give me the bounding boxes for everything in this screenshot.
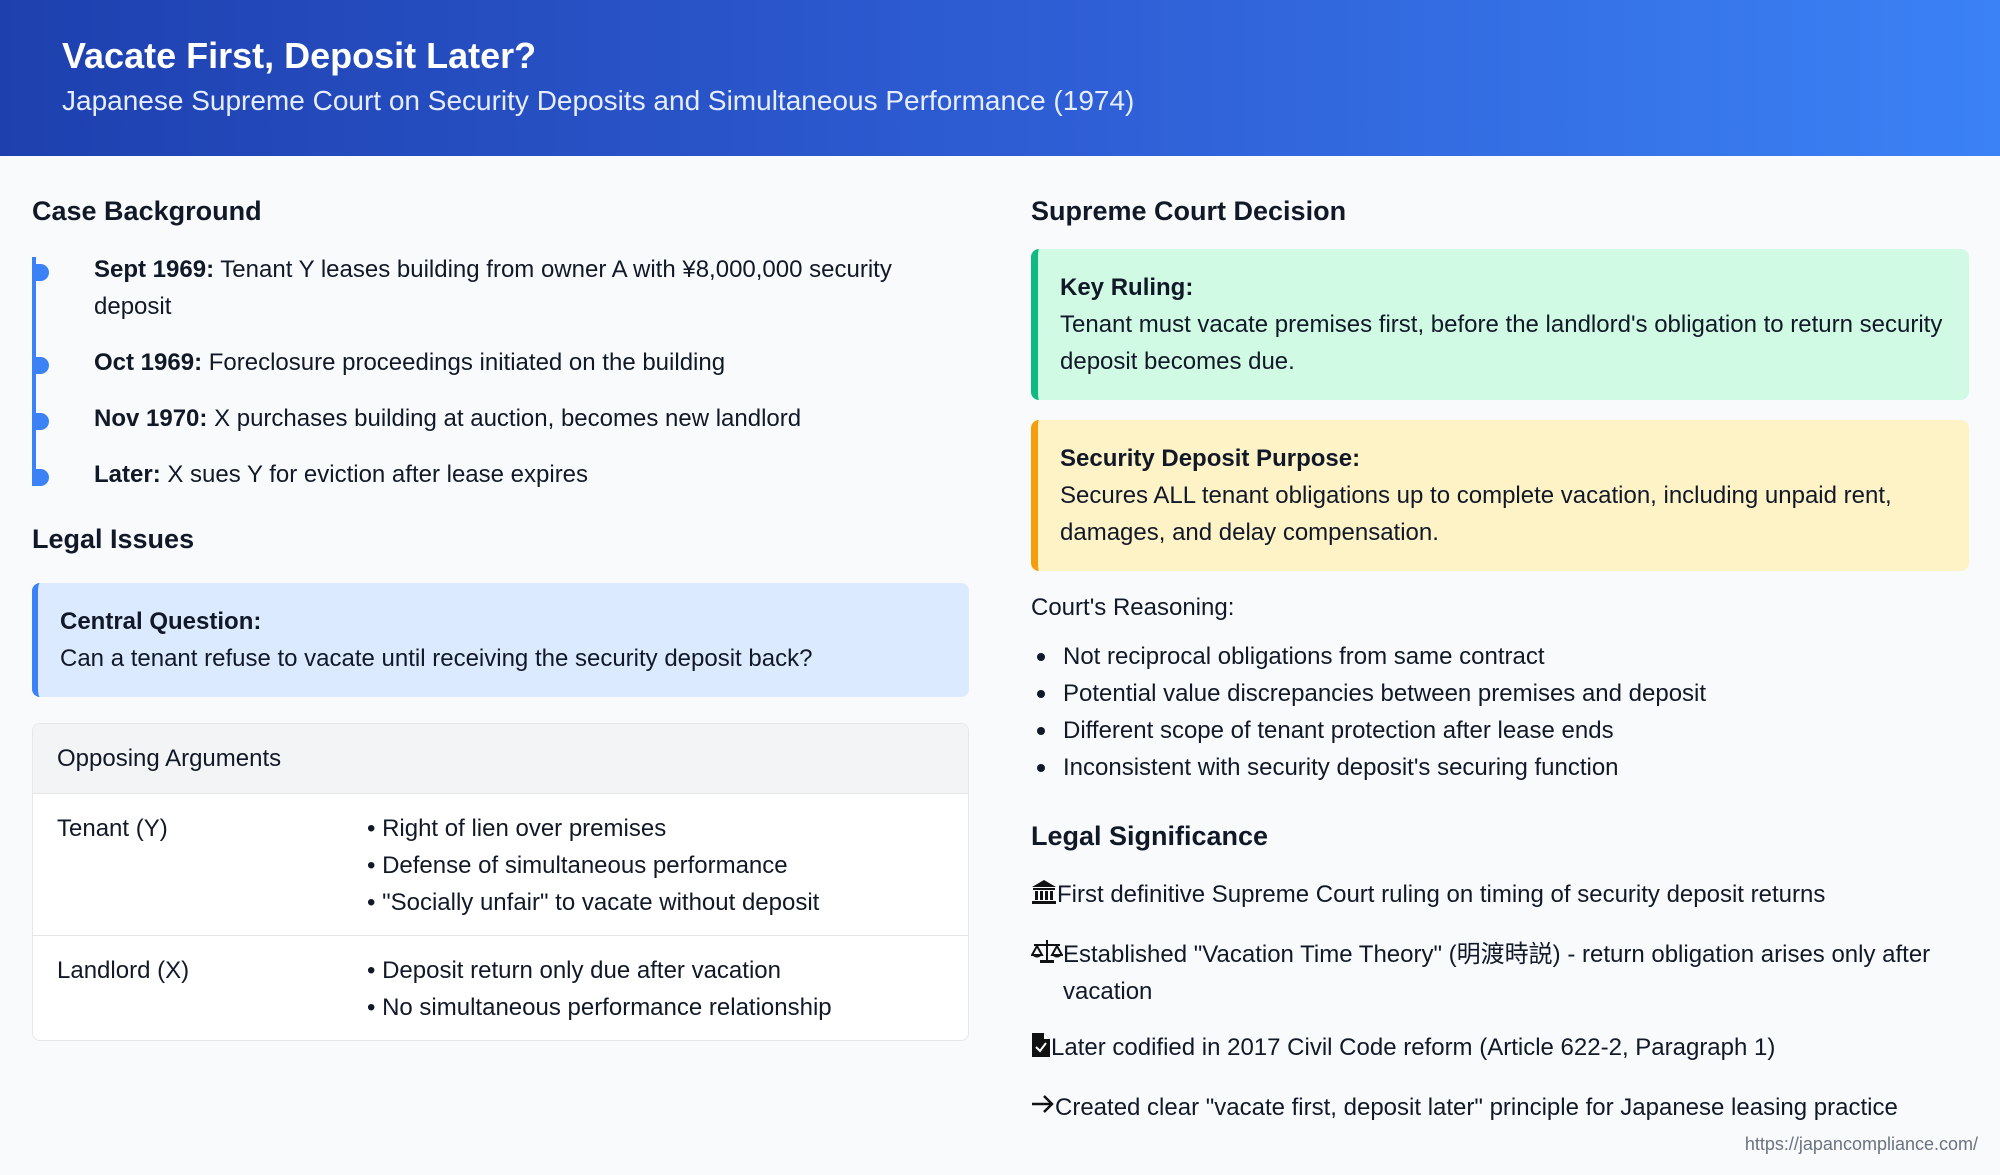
reasoning-list: Not reciprocal obligations from same con… [1031,638,1969,786]
significance-text: Created clear "vacate first, deposit lat… [1055,1094,1898,1121]
list-item: Potential value discrepancies between pr… [1031,675,1969,712]
source-url: https://japancompliance.com/ [1744,1134,1978,1154]
timeline-date: Nov 1970: [94,405,208,432]
significance-heading: Legal Significance [1031,821,1269,851]
significance-item: Later codified in 2017 Civil Code reform… [1031,1029,1969,1070]
bank-icon [1031,878,1057,917]
significance-text: Established "Vacation Time Theory" (明渡時説… [1063,941,1931,1005]
deposit-purpose-title: Security Deposit Purpose: [1060,445,1361,472]
timeline-text: X purchases building at auction, becomes… [214,405,802,432]
party-landlord: Landlord (X) [57,957,190,984]
case-timeline: Sept 1969: Tenant Y leases building from… [32,251,969,493]
deposit-purpose-text: Secures ALL tenant obligations up to com… [1060,482,1892,546]
significance-item: Created clear "vacate first, deposit lat… [1031,1089,1969,1130]
arrow-right-icon [1031,1091,1055,1130]
left-column: Case Background Sept 1969: Tenant Y leas… [32,156,969,1041]
timeline-dot [32,357,49,374]
argument-point: • Deposit return only due after vacation [367,957,781,984]
timeline-date: Sept 1969: [94,256,215,283]
key-ruling-title: Key Ruling: [1060,274,1194,301]
significance-item: Established "Vacation Time Theory" (明渡時説… [1030,936,1969,1010]
table-row: Landlord (X) • Deposit return only due a… [33,936,968,1040]
opposing-arguments-table: Opposing Arguments Tenant (Y) • Right of… [32,723,969,1041]
timeline-date: Oct 1969: [94,349,203,376]
tenant-arguments: • Right of lien over premises • Defense … [367,810,819,921]
timeline-dot [32,413,49,430]
party-tenant: Tenant (Y) [57,815,168,842]
table-row: Tenant (Y) • Right of lien over premises… [33,794,968,936]
key-ruling-text: Tenant must vacate premises first, befor… [1060,311,1943,375]
page-header: Vacate First, Deposit Later? Japanese Su… [0,0,2000,156]
opposing-arguments-heading: Opposing Arguments [33,724,968,794]
timeline-dot [32,264,49,281]
timeline-date: Later: [94,461,161,488]
argument-point: • Defense of simultaneous performance [367,852,788,879]
key-ruling-callout: Key Ruling: Tenant must vacate premises … [1031,249,1969,400]
timeline-item: Later: X sues Y for eviction after lease… [32,456,969,493]
argument-point: • Right of lien over premises [367,815,667,842]
central-question-title: Central Question: [60,608,262,635]
central-question-text: Can a tenant refuse to vacate until rece… [60,645,813,672]
page-title: Vacate First, Deposit Later? [62,35,537,76]
timeline-text: Foreclosure proceedings initiated on the… [208,349,726,376]
timeline-item: Nov 1970: X purchases building at auctio… [32,400,969,437]
right-column: Supreme Court Decision Key Ruling: Tenan… [1030,156,1969,1130]
decision-heading: Supreme Court Decision [1031,196,1347,226]
legal-issues-heading: Legal Issues [32,524,195,554]
significance-item: First definitive Supreme Court ruling on… [1031,876,1969,917]
timeline-item: Sept 1969: Tenant Y leases building from… [32,251,969,325]
timeline-text: Tenant Y leases building from owner A wi… [94,256,892,320]
list-item: Different scope of tenant protection aft… [1031,712,1969,749]
list-item: Not reciprocal obligations from same con… [1031,638,1969,675]
timeline-dot [32,469,49,486]
deposit-purpose-callout: Security Deposit Purpose: Secures ALL te… [1031,420,1969,571]
timeline-item: Oct 1969: Foreclosure proceedings initia… [32,344,969,381]
scales-icon [1030,938,1064,1010]
timeline-text: X sues Y for eviction after lease expire… [167,461,589,488]
significance-text: Later codified in 2017 Civil Code reform… [1051,1034,1776,1061]
argument-point: • "Socially unfair" to vacate without de… [367,889,820,916]
case-background-heading: Case Background [32,196,262,226]
central-question-callout: Central Question: Can a tenant refuse to… [32,583,969,697]
landlord-arguments: • Deposit return only due after vacation… [367,952,832,1026]
argument-point: • No simultaneous performance relationsh… [367,994,832,1021]
significance-text: First definitive Supreme Court ruling on… [1057,881,1826,908]
list-item: Inconsistent with security deposit's sec… [1031,749,1969,786]
document-icon [1031,1031,1051,1070]
page-subtitle: Japanese Supreme Court on Security Depos… [62,85,1135,116]
reasoning-heading: Court's Reasoning: [1031,594,1235,621]
